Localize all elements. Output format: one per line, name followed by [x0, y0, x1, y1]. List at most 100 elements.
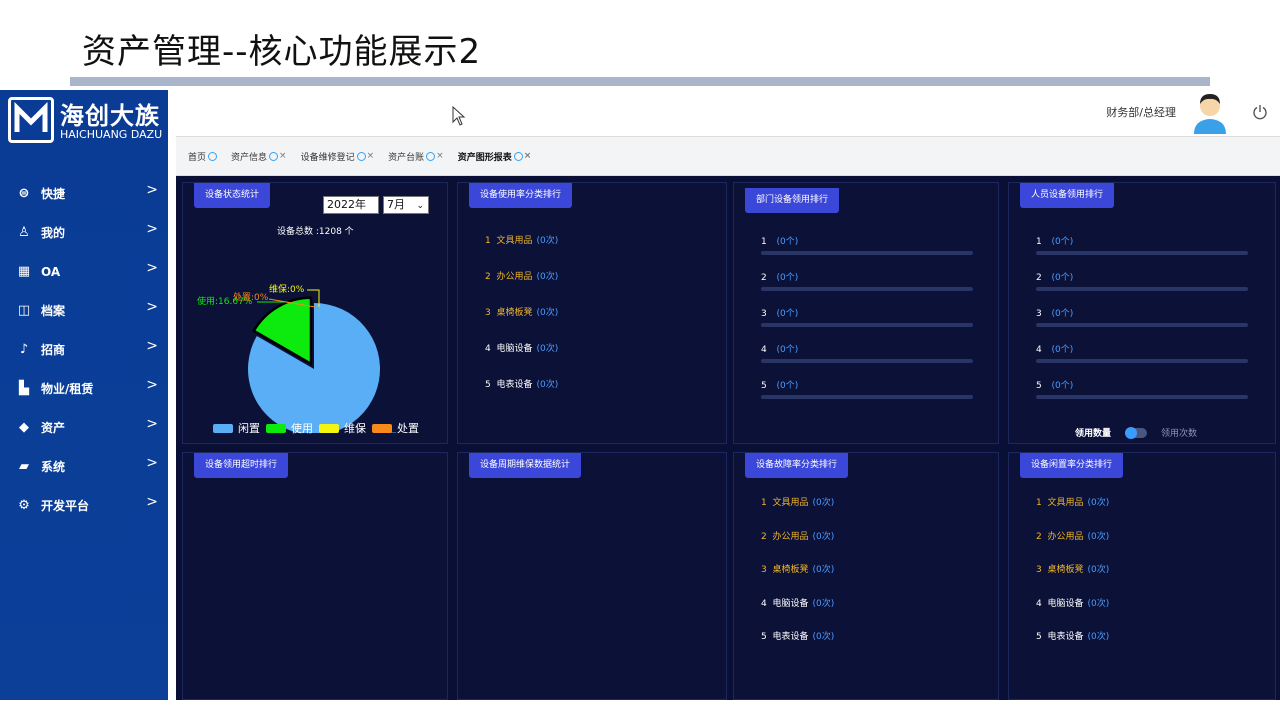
sidebar-item-3[interactable]: ◫ 档案 >	[0, 291, 168, 330]
rank-number: 5	[1036, 632, 1042, 642]
power-icon[interactable]	[1252, 104, 1268, 120]
list-item: 5 电表设备 (0次)	[761, 629, 834, 642]
list-item: 1 文具用品 (0次)	[1036, 495, 1109, 508]
panel-title: 设备故障率分类排行	[745, 453, 849, 478]
category-name: 文具用品	[772, 498, 809, 508]
list-item: 3 桌椅板凳 (0次)	[761, 562, 834, 575]
sidebar-item-5[interactable]: ▙ 物业/租赁 >	[0, 369, 168, 408]
list-item: 2 办公用品 (0次)	[761, 529, 834, 542]
refresh-icon[interactable]	[356, 151, 366, 161]
sidebar-item-1[interactable]: ♙ 我的 >	[0, 213, 168, 252]
close-icon[interactable]: ×	[279, 151, 287, 161]
tab-3[interactable]: 资产台账 ×	[388, 150, 444, 163]
close-icon[interactable]: ×	[436, 151, 444, 161]
refresh-icon[interactable]	[269, 151, 279, 161]
sidebar-item-6[interactable]: ◆ 资产 >	[0, 408, 168, 447]
close-icon[interactable]: ×	[524, 151, 532, 161]
month-select[interactable]: 7月 ⌄	[383, 196, 429, 214]
list-item: 4 电脑设备 (0次)	[1036, 596, 1109, 609]
list-item: 1 文具用品 (0次)	[761, 495, 834, 508]
progress-bar	[1036, 287, 1248, 291]
slide-divider	[70, 77, 1210, 86]
refresh-icon[interactable]	[513, 151, 523, 161]
category-name: 电表设备	[1047, 632, 1084, 642]
category-name: 办公用品	[772, 531, 809, 542]
count-value: (0次)	[1087, 531, 1110, 542]
rank-number: 1	[761, 498, 767, 508]
legend-label: 使用	[291, 422, 313, 435]
top-bar: 财务部/总经理	[168, 90, 1280, 136]
tab-bar: 首页 资产信息 × 设备维修登记 × 资产台账 × 资产图形报表 ×	[176, 136, 1280, 176]
sidebar-item-label: 资产	[41, 421, 66, 435]
count-value: (0次)	[536, 380, 559, 390]
toggle-left-label: 领用数量	[1075, 429, 1112, 439]
chart-legend: 闲置 使用 维保 处置	[213, 420, 425, 436]
logo-text: 海创大族	[60, 102, 160, 130]
rank-number: 2	[761, 531, 767, 542]
rank-number: 3	[1036, 309, 1042, 319]
tab-0[interactable]: 首页	[188, 150, 218, 163]
rank-number: 3	[761, 565, 767, 575]
legend-item[interactable]: 维保	[319, 420, 366, 436]
progress-bar	[1036, 359, 1248, 363]
logo-mark-icon	[8, 97, 54, 143]
chevron-right-icon: >	[146, 494, 158, 510]
sidebar-item-8[interactable]: ⚙ 开发平台 >	[0, 486, 168, 525]
count-value: (0个)	[776, 345, 799, 355]
legend-item[interactable]: 闲置	[213, 420, 260, 436]
legend-item[interactable]: 处置	[372, 420, 419, 436]
count-value: (0个)	[1051, 237, 1074, 247]
tab-4[interactable]: 资产图形报表 ×	[458, 150, 532, 163]
list-item: 1 (0个)	[761, 234, 798, 247]
refresh-icon[interactable]	[208, 151, 218, 161]
sidebar-item-0[interactable]: ⊜ 快捷 >	[0, 174, 168, 213]
list-item: 1 (0个)	[1036, 234, 1073, 247]
sidebar-item-7[interactable]: ▰ 系统 >	[0, 447, 168, 486]
count-toggle[interactable]	[1125, 426, 1148, 439]
count-value: (0次)	[1087, 598, 1110, 609]
year-value: 2022年	[327, 198, 366, 211]
tab-label: 设备维修登记	[300, 152, 355, 163]
legend-item[interactable]: 使用	[266, 420, 313, 436]
refresh-icon[interactable]	[426, 151, 436, 161]
avatar[interactable]	[1192, 92, 1228, 134]
rank-number: 1	[761, 237, 767, 247]
folder-icon: ▰	[19, 459, 29, 474]
tab-2[interactable]: 设备维修登记 ×	[301, 150, 375, 163]
calendar-icon: ▦	[17, 264, 31, 279]
progress-bar	[761, 395, 973, 399]
progress-bar	[1036, 395, 1248, 399]
list-item: 2 办公用品 (0次)	[1036, 529, 1109, 542]
chevron-right-icon: >	[146, 338, 158, 354]
count-value: (0个)	[776, 309, 799, 319]
year-select[interactable]: 2022年 ⌄	[323, 196, 379, 227]
panel-usage-rate: 设备使用率分类排行 1 文具用品 (0次) 2 办公用品 (0次) 3 桌椅板凳 (0次)…	[457, 182, 727, 444]
rank-number: 3	[485, 308, 491, 318]
legend-label: 维保	[344, 422, 366, 435]
sidebar-item-label: 档案	[41, 304, 66, 318]
progress-bar	[1036, 251, 1248, 255]
sidebar-item-4[interactable]: ♪ 招商 >	[0, 330, 168, 369]
list-item: 3 桌椅板凳 (0次)	[485, 305, 558, 318]
close-icon[interactable]: ×	[367, 151, 375, 161]
category-name: 文具用品	[1047, 498, 1084, 508]
list-item: 3 (0个)	[1036, 306, 1073, 319]
mouse-cursor-icon	[452, 106, 466, 126]
list-item: 4 (0个)	[761, 342, 798, 355]
rank-number: 4	[1036, 598, 1042, 609]
list-item: 2 (0个)	[1036, 270, 1073, 283]
legend-swatch	[266, 423, 286, 433]
chevron-right-icon: >	[146, 260, 158, 276]
archive-icon: ◫	[17, 303, 31, 318]
rank-number: 3	[1036, 565, 1042, 575]
list-item: 3 (0个)	[761, 306, 798, 319]
count-value: (0次)	[812, 498, 835, 508]
list-item: 2 办公用品 (0次)	[485, 269, 558, 282]
count-value: (0次)	[536, 308, 559, 318]
tab-1[interactable]: 资产信息 ×	[231, 150, 287, 163]
count-value: (0个)	[1051, 273, 1074, 283]
legend-label: 处置	[397, 422, 419, 435]
sidebar-item-2[interactable]: ▦ OA >	[0, 252, 168, 291]
chevron-right-icon: >	[146, 416, 158, 432]
tab-label: 首页	[188, 152, 207, 163]
